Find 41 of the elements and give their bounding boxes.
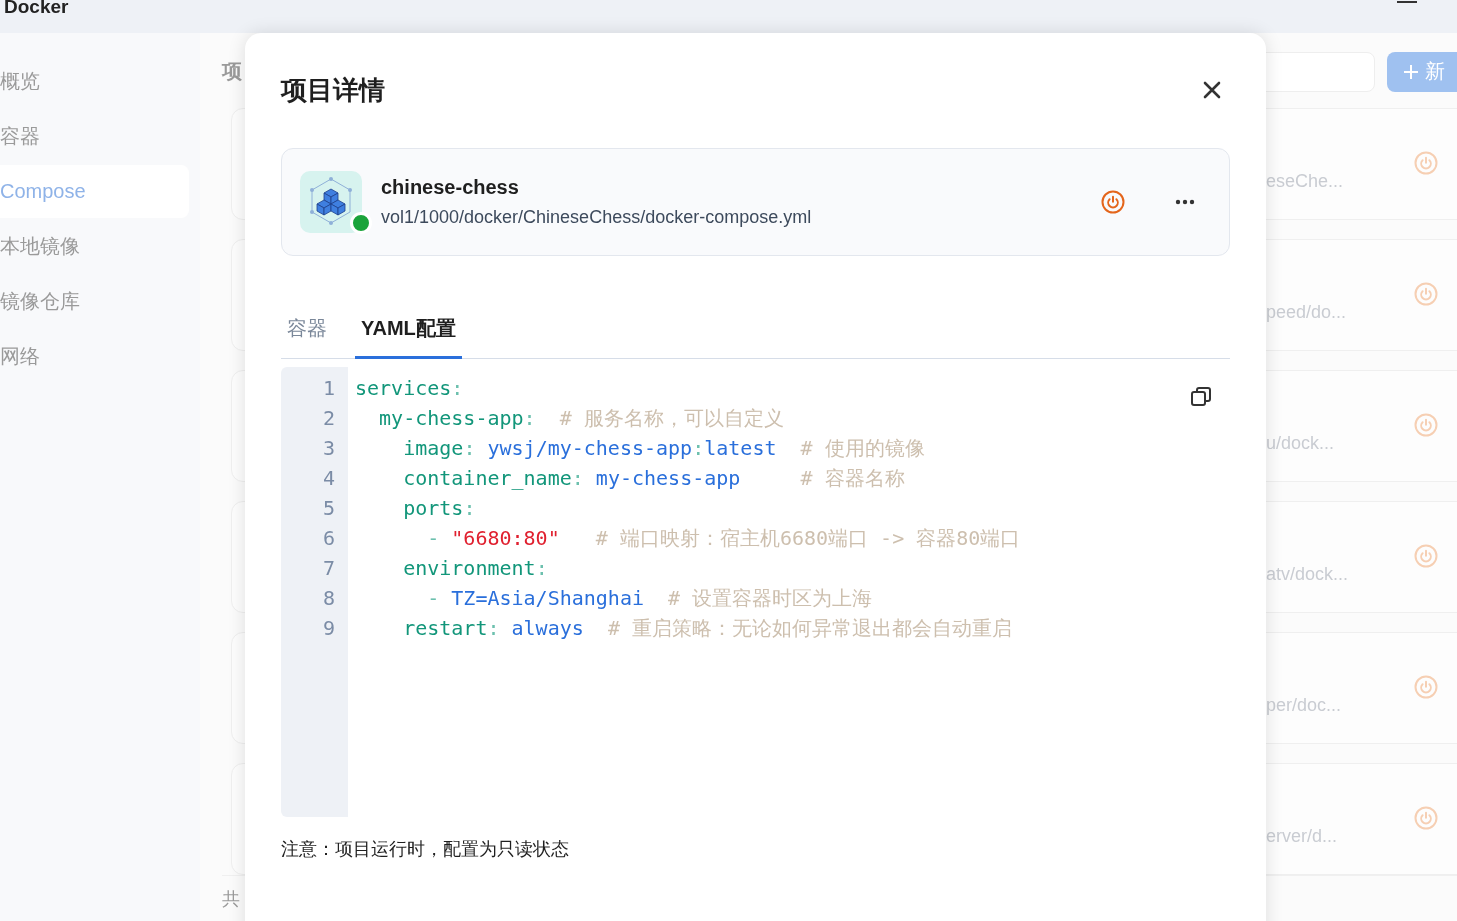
code-line: services: (355, 375, 465, 402)
sidebar-item[interactable]: 镜像仓库 (0, 275, 189, 328)
read-only-note: 注意：项目运行时，配置为只读状态 (281, 838, 570, 861)
page-heading: 项 (222, 59, 242, 84)
project-name: chinese-chess (381, 176, 520, 199)
footer-text: 共 (222, 887, 240, 911)
tab[interactable]: 容器 (281, 300, 333, 359)
sidebar-item[interactable]: 网络 (0, 330, 189, 383)
tab[interactable]: YAML配置 (355, 300, 462, 359)
plus-icon (1403, 63, 1419, 80)
code-line: restart: always # 重启策略：无论如何异常退出都会自动重启 (402, 615, 1013, 642)
line-number: 8 (321, 585, 336, 612)
sidebar-item[interactable]: 概览 (0, 55, 189, 108)
code-line: image: ywsj/my-chess-app:latest # 使用的镜像 (402, 435, 926, 462)
line-number: 7 (321, 555, 336, 582)
code-line: environment: (402, 555, 549, 582)
line-number: 1 (321, 375, 336, 402)
minimize-icon[interactable] (1397, 0, 1417, 4)
line-number: 6 (321, 525, 336, 552)
app-title: Docker (4, 0, 69, 14)
power-icon[interactable] (1101, 190, 1125, 214)
more-icon[interactable] (1175, 199, 1195, 205)
line-number: 9 (321, 615, 336, 642)
code-line: - TZ=Asia/Shanghai # 设置容器时区为上海 (426, 585, 874, 612)
code-line: my-chess-app: # 服务名称，可以自定义 (378, 405, 785, 432)
close-icon[interactable] (1202, 80, 1222, 100)
copy-icon[interactable] (1190, 386, 1212, 408)
dialog-title: 项目详情 (281, 73, 385, 107)
line-number: 2 (321, 405, 336, 432)
new-button[interactable]: 新 (1387, 51, 1457, 92)
sidebar-item[interactable]: 本地镜像 (0, 220, 189, 273)
code-line: container_name: my-chess-app # 容器名称 (402, 465, 906, 492)
sidebar-item[interactable]: Compose (0, 165, 189, 218)
sidebar-item[interactable]: 容器 (0, 110, 189, 163)
code-line: - "6680:80" # 端口映射：宿主机6680端口 -> 容器80端口 (426, 525, 1021, 552)
line-number: 4 (321, 465, 336, 492)
line-number: 5 (321, 495, 336, 522)
code-line: ports: (402, 495, 477, 522)
cube-logo-icon (300, 171, 362, 233)
line-number: 3 (321, 435, 336, 462)
project-path: vol1/1000/docker/ChineseChess/docker-compose.yml (381, 207, 813, 228)
